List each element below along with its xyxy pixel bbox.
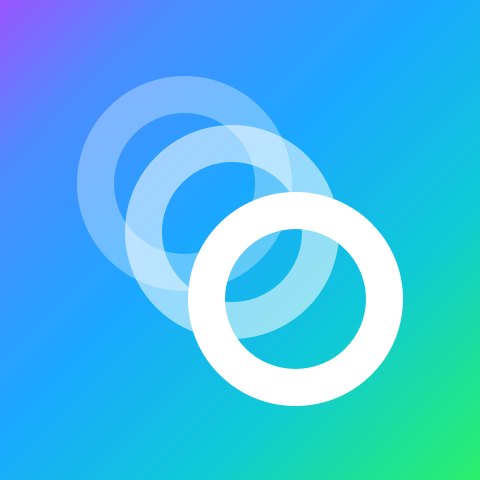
front-ring-icon (188, 192, 403, 406)
app-icon[interactable] (0, 0, 480, 480)
